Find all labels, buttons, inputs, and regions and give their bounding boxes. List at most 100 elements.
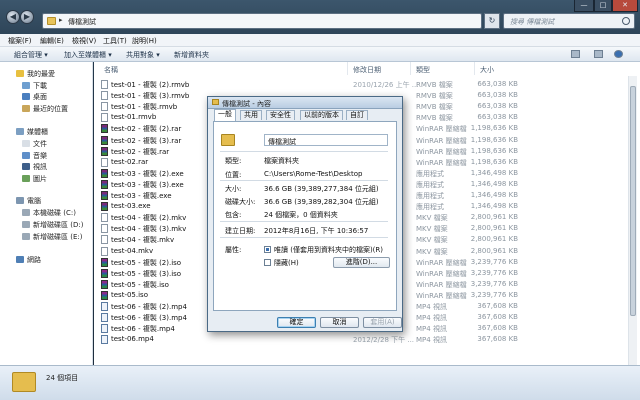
menu-edit[interactable]: 編輯(E) xyxy=(40,36,64,46)
libraries-icon xyxy=(16,128,24,135)
file-size: 663,038 KB xyxy=(477,102,518,111)
file-name: test-02 - 複製 (3).rar xyxy=(111,136,182,145)
network-icon xyxy=(16,256,24,263)
tab-sharing[interactable]: 共用 xyxy=(240,110,262,120)
file-type: MP4 視訊 xyxy=(416,314,447,323)
divider xyxy=(220,237,388,238)
column-header-type[interactable]: 類型 xyxy=(416,65,430,75)
maximize-button[interactable]: □ xyxy=(594,0,612,12)
divider xyxy=(220,151,388,152)
include-in-library-button[interactable]: 加入至媒體櫃 ▾ xyxy=(64,50,112,60)
hidden-label[interactable]: 隱藏(H) xyxy=(274,258,299,268)
chevron-right-icon[interactable]: ▸ xyxy=(59,16,63,24)
folder-name-field[interactable]: 傳檔測試 xyxy=(264,134,388,146)
file-name: test-03 - 複製 (3).exe xyxy=(111,180,184,189)
back-button[interactable]: ◀ xyxy=(6,10,20,24)
minimize-button[interactable]: — xyxy=(574,0,594,12)
vertical-scrollbar[interactable] xyxy=(628,76,637,365)
scrollbar-thumb[interactable] xyxy=(630,86,636,316)
file-name: test-04 - 複製 (2).mkv xyxy=(111,214,187,223)
tab-customize[interactable]: 自訂 xyxy=(346,110,368,120)
column-header-size[interactable]: 大小 xyxy=(480,65,494,75)
close-button[interactable]: ✕ xyxy=(612,0,638,12)
share-with-button[interactable]: 共用對象 ▾ xyxy=(126,50,160,60)
tab-previous-versions[interactable]: 以前的版本 xyxy=(300,110,343,120)
pictures-icon xyxy=(22,175,30,182)
file-size: 1,346,498 KB xyxy=(470,202,518,211)
file-icon xyxy=(101,202,108,212)
menu-tools[interactable]: 工具(T) xyxy=(103,36,127,46)
menu-file[interactable]: 檔案(F) xyxy=(8,36,32,46)
file-name: test-01 - 複製.rmvb xyxy=(111,103,178,112)
file-icon xyxy=(101,224,108,234)
file-row[interactable]: test-06.mp4 2012/2/28 下午 ... MP4 視訊 367,608… xyxy=(94,334,640,345)
address-bar[interactable]: ▸ 傳檔測試 xyxy=(42,13,482,29)
file-name: test-04.mkv xyxy=(111,246,154,255)
file-type: WinRAR 壓縮檔 xyxy=(416,147,467,156)
advanced-button[interactable]: 進階(D)... xyxy=(333,257,390,268)
file-size: 3,239,776 KB xyxy=(470,279,518,288)
apply-button[interactable]: 套用(A) xyxy=(363,317,402,328)
file-name: test-05.iso xyxy=(111,290,148,299)
documents-icon xyxy=(22,140,30,147)
organize-button[interactable]: 組合管理 ▾ xyxy=(14,50,48,60)
file-size: 663,038 KB xyxy=(477,80,518,88)
file-icon xyxy=(101,91,108,101)
file-icon xyxy=(101,246,108,256)
file-icon xyxy=(101,113,108,123)
readonly-checkbox[interactable] xyxy=(264,246,271,253)
prop-disk-size-value: 36.6 GB (39,389,282,304 位元組) xyxy=(264,198,379,206)
file-type: RMVB 檔案 xyxy=(416,114,453,123)
column-header-date[interactable]: 修改日期 xyxy=(353,65,381,75)
computer-icon xyxy=(16,197,24,204)
column-divider[interactable] xyxy=(410,62,411,75)
file-type: 應用程式 xyxy=(416,180,444,189)
preview-pane-icon[interactable] xyxy=(594,50,603,58)
tab-general[interactable]: 一般 xyxy=(214,109,236,121)
file-name: test-02.rar xyxy=(111,157,149,166)
file-icon xyxy=(101,179,108,189)
ok-button[interactable]: 確定 xyxy=(277,317,316,328)
menu-view[interactable]: 檢視(V) xyxy=(72,36,96,46)
hidden-checkbox[interactable] xyxy=(264,259,271,266)
search-placeholder: 搜尋 傳檔測試 xyxy=(510,18,555,26)
file-date: 2010/12/26 上午 ... xyxy=(353,81,419,89)
file-name: test-03.exe xyxy=(111,202,151,211)
column-divider[interactable] xyxy=(347,62,348,75)
file-icon xyxy=(101,124,108,134)
file-icon xyxy=(101,268,108,278)
star-icon xyxy=(16,70,24,77)
file-size: 2,800,961 KB xyxy=(470,235,518,244)
view-options-icon[interactable] xyxy=(571,50,580,58)
search-input[interactable]: 搜尋 傳檔測試 xyxy=(503,13,635,29)
file-size: 3,239,776 KB xyxy=(470,290,518,299)
file-type: MKV 檔案 xyxy=(416,214,448,223)
readonly-label[interactable]: 唯讀 (僅套用到資料夾中的檔案)(R) xyxy=(274,245,383,255)
search-icon xyxy=(622,17,630,25)
file-size: 2,800,961 KB xyxy=(470,246,518,255)
file-icon xyxy=(101,335,108,345)
prop-created-label: 建立日期: xyxy=(225,227,256,235)
forward-button[interactable]: ▶ xyxy=(20,10,34,24)
help-icon[interactable] xyxy=(614,50,623,58)
folder-icon xyxy=(212,99,219,105)
file-type: MP4 視訊 xyxy=(416,325,447,334)
prop-contains-value: 24 個檔案，0 個資料夾 xyxy=(264,211,338,219)
file-name: test-01 - 複製 (2).rmvb xyxy=(111,81,190,89)
refresh-button[interactable]: ↻ xyxy=(484,13,500,29)
menu-help[interactable]: 說明(H) xyxy=(132,36,157,46)
file-name: test-04 - 複製.mkv xyxy=(111,236,175,245)
file-icon xyxy=(101,235,108,245)
file-row[interactable]: test-01 - 複製 (2).rmvb 2010/12/26 上午 ... RM… xyxy=(94,79,640,90)
prop-location-value: C:\Users\Rome-Test\Desktop xyxy=(264,170,363,178)
dialog-title: 傳檔測試 - 內容 xyxy=(222,100,271,108)
tab-security[interactable]: 安全性 xyxy=(266,110,295,120)
new-folder-button[interactable]: 新增資料夾 xyxy=(174,50,209,60)
column-header-name[interactable]: 名稱 xyxy=(104,65,118,75)
dialog-title-bar[interactable]: 傳檔測試 - 內容 xyxy=(208,97,402,109)
file-type: WinRAR 壓縮檔 xyxy=(416,258,467,267)
cancel-button[interactable]: 取消 xyxy=(320,317,359,328)
column-divider[interactable] xyxy=(474,62,475,75)
drive-icon xyxy=(22,209,30,216)
file-icon xyxy=(101,302,108,311)
